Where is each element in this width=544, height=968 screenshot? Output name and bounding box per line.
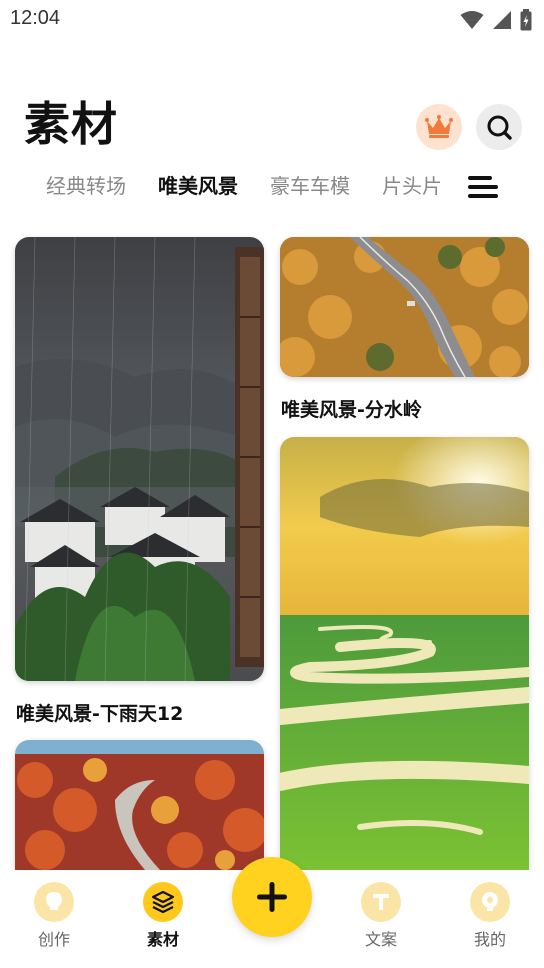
material-card-rainy[interactable] bbox=[15, 237, 264, 681]
nav-profile[interactable]: 我的 bbox=[460, 882, 520, 950]
status-icons bbox=[460, 9, 532, 31]
tab-beautiful-scenery[interactable]: 唯美风景 bbox=[158, 170, 238, 202]
tab-classic-transition[interactable]: 经典转场 bbox=[46, 170, 126, 202]
nav-create[interactable]: 创作 bbox=[24, 882, 84, 950]
tab-intro[interactable]: 片头片 bbox=[382, 170, 442, 202]
signal-icon bbox=[493, 11, 511, 29]
category-menu-icon[interactable] bbox=[466, 174, 500, 200]
red-forest-image bbox=[15, 740, 264, 870]
lightbulb-icon bbox=[34, 882, 74, 922]
plus-icon bbox=[257, 882, 287, 912]
page-title: 素材 bbox=[24, 97, 118, 151]
nav-label-profile: 我的 bbox=[473, 930, 506, 949]
search-icon bbox=[487, 115, 512, 140]
rainy-village-image bbox=[15, 237, 264, 681]
vip-button[interactable] bbox=[416, 104, 462, 150]
material-card-grassland[interactable] bbox=[280, 437, 529, 870]
search-button[interactable] bbox=[476, 104, 522, 150]
status-time: 12:04 bbox=[10, 7, 61, 29]
category-tabs: 经典转场 唯美风景 豪车车模 片头片 bbox=[46, 170, 474, 202]
autumn-road-image bbox=[280, 237, 529, 377]
card-caption-watershed: 唯美风景-分水岭 bbox=[281, 399, 422, 421]
card-caption-rainy: 唯美风景-下雨天12 bbox=[16, 703, 184, 725]
nav-label-copywriting: 文案 bbox=[364, 930, 397, 949]
wifi-icon bbox=[460, 11, 484, 29]
status-bar: 12:04 bbox=[0, 0, 544, 38]
create-fab-button[interactable] bbox=[232, 857, 312, 937]
nav-material[interactable]: 素材 bbox=[133, 882, 193, 950]
layers-icon bbox=[143, 882, 183, 922]
material-card-watershed[interactable] bbox=[280, 237, 529, 377]
nav-label-create: 创作 bbox=[37, 930, 70, 949]
nav-copywriting[interactable]: 文案 bbox=[351, 882, 411, 950]
grassland-river-image bbox=[280, 437, 529, 870]
tab-luxury-cars[interactable]: 豪车车模 bbox=[270, 170, 350, 202]
text-t-icon bbox=[361, 882, 401, 922]
battery-icon bbox=[520, 9, 532, 31]
profile-icon bbox=[470, 882, 510, 922]
nav-label-material: 素材 bbox=[146, 930, 179, 949]
crown-icon bbox=[425, 115, 453, 138]
material-card-red-forest[interactable] bbox=[15, 740, 264, 870]
